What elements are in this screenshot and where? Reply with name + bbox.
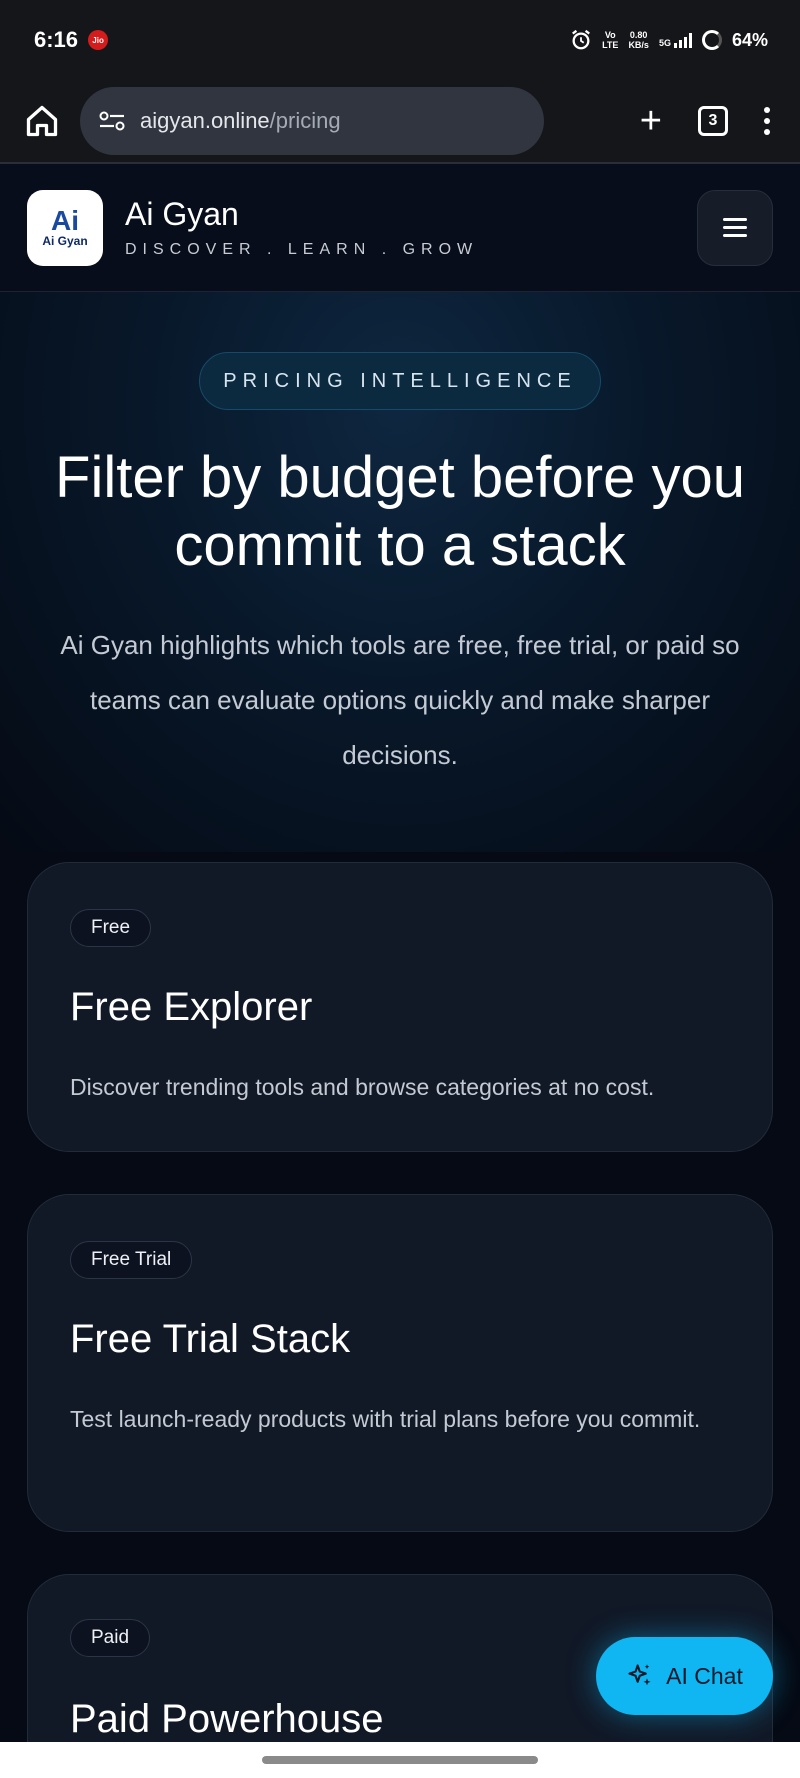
pricing-chip: Free bbox=[70, 909, 152, 947]
gesture-handle[interactable] bbox=[262, 1756, 538, 1764]
site-logo[interactable]: Ai Ai Gyan bbox=[27, 189, 103, 266]
tab-switcher-button[interactable]: 3 bbox=[698, 106, 728, 136]
status-bar: 6:16 Jio Vo LTE 0.80 KB/s 5G 64% bbox=[0, 0, 800, 80]
network-type: 5G bbox=[658, 38, 671, 48]
card-description: Test launch-ready products with trial pl… bbox=[70, 1406, 701, 1432]
pricing-card-free-trial[interactable]: Free Trial Free Trial Stack Test launch-… bbox=[27, 1194, 773, 1532]
jio-carrier-icon: Jio bbox=[88, 30, 109, 50]
signal-icon bbox=[673, 32, 692, 48]
card-title: Paid Powerhouse bbox=[70, 1697, 384, 1741]
card-title: Free Trial Stack bbox=[70, 1317, 351, 1361]
pricing-chip: Free Trial bbox=[70, 1241, 193, 1279]
network-speed: 0.80 KB/s bbox=[628, 30, 649, 50]
volte-indicator: Vo LTE bbox=[602, 30, 619, 50]
brand-name: Ai Gyan bbox=[125, 196, 239, 232]
battery-percent: 64% bbox=[731, 29, 768, 50]
hero-section: PRICING INTELLIGENCE Filter by budget be… bbox=[0, 292, 800, 852]
site-settings-icon[interactable] bbox=[98, 109, 126, 133]
brand-tagline: DISCOVER . LEARN . GROW bbox=[125, 241, 479, 258]
home-icon[interactable] bbox=[24, 103, 60, 139]
url-bar[interactable]: aigyan.online/pricing bbox=[80, 87, 544, 155]
alarm-icon bbox=[572, 29, 591, 50]
site-header: Ai Ai Gyan Ai Gyan DISCOVER . LEARN . GR… bbox=[0, 164, 800, 292]
card-description: Discover trending tools and browse categ… bbox=[70, 1074, 655, 1100]
battery-icon bbox=[701, 30, 722, 50]
hero-description: Ai Gyan highlights which tools are free,… bbox=[60, 630, 740, 770]
browser-menu-icon[interactable] bbox=[764, 107, 770, 135]
sparkle-icon bbox=[628, 1664, 651, 1686]
status-time: 6:16 bbox=[34, 27, 79, 52]
section-badge: PRICING INTELLIGENCE bbox=[199, 352, 601, 410]
ai-chat-button[interactable]: AI Chat bbox=[596, 1637, 773, 1715]
ai-chat-label: AI Chat bbox=[666, 1662, 743, 1689]
url-text: aigyan.online/pricing bbox=[140, 108, 341, 133]
hamburger-menu-button[interactable] bbox=[697, 189, 773, 266]
browser-toolbar: aigyan.online/pricing + 3 bbox=[0, 80, 800, 164]
gesture-bar bbox=[0, 1742, 800, 1778]
card-title: Free Explorer bbox=[70, 985, 313, 1029]
pricing-card-free[interactable]: Free Free Explorer Discover trending too… bbox=[27, 862, 773, 1152]
page-title: Filter by budget before you commit to a … bbox=[55, 445, 745, 578]
new-tab-icon[interactable]: + bbox=[640, 102, 662, 140]
pricing-chip: Paid bbox=[70, 1619, 151, 1657]
